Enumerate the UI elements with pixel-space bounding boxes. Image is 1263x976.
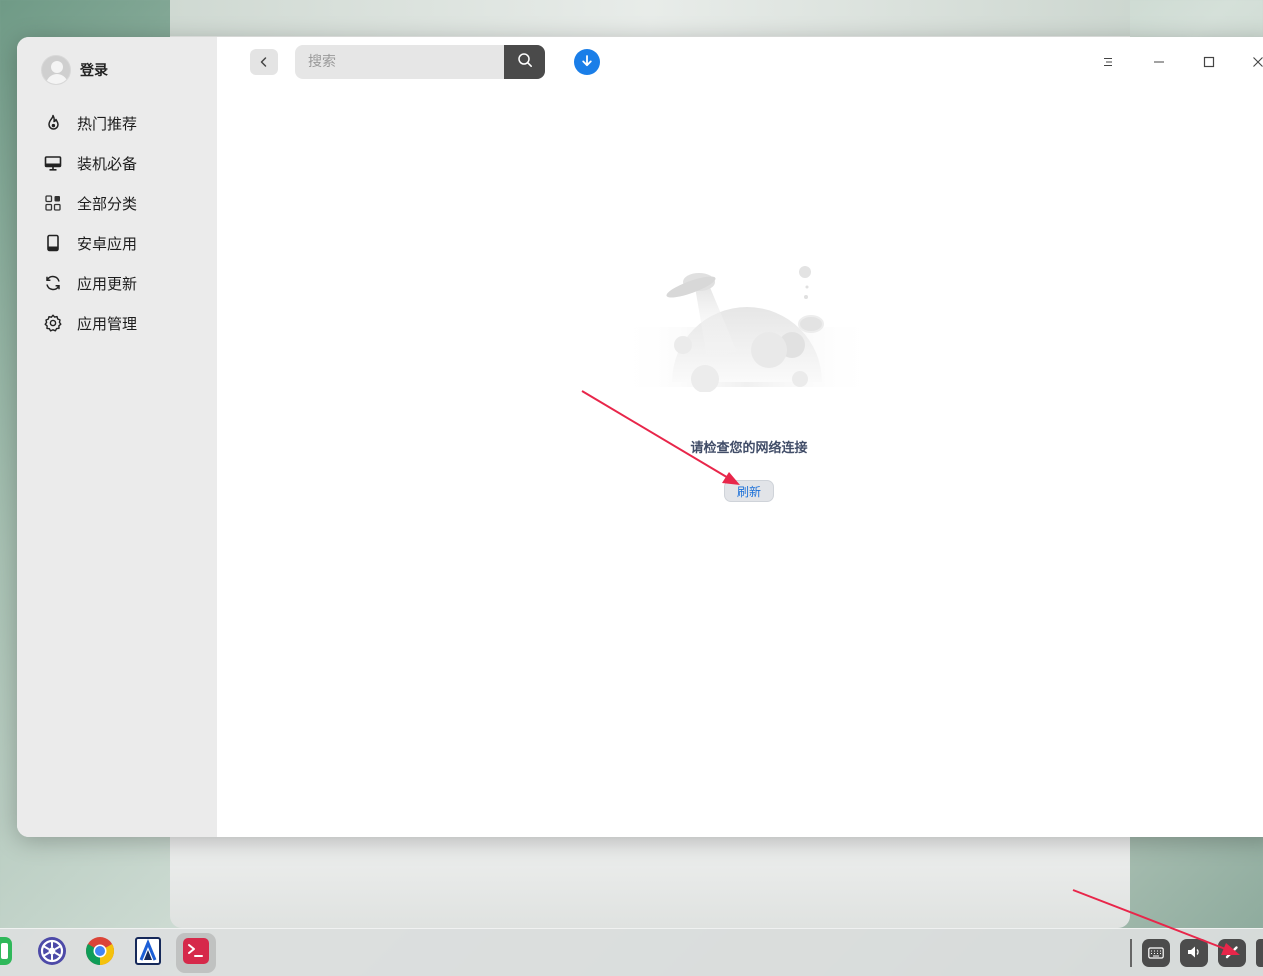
volume-icon [1186, 944, 1202, 963]
tray-separator [1130, 939, 1132, 967]
keyboard-icon [1148, 944, 1164, 963]
chevron-left-icon [258, 53, 270, 72]
editor-app-icon [133, 936, 163, 970]
sidebar-item-label: 装机必备 [77, 154, 138, 173]
gear-icon [44, 314, 62, 332]
sidebar-item-label: 应用更新 [77, 274, 138, 293]
minimize-button[interactable] [1148, 51, 1170, 73]
search-input[interactable] [295, 45, 504, 79]
grid-icon [44, 194, 62, 212]
minimize-icon [1153, 53, 1165, 72]
maximize-icon [1203, 53, 1215, 72]
menu-icon [1102, 53, 1114, 72]
dock-chrome[interactable] [80, 933, 120, 973]
maximize-button[interactable] [1198, 51, 1220, 73]
refresh-icon [44, 274, 62, 292]
phone-app-icon [0, 935, 14, 971]
arrow-down-icon [580, 53, 594, 72]
pen-tray-button[interactable] [1218, 939, 1246, 967]
sidebar: 登录 热门推荐 装机必备 全部分类 安卓应用 应用更新 应用管理 [17, 37, 217, 837]
search-icon [517, 52, 533, 72]
network-error-illustration [617, 266, 877, 392]
sidebar-item-essentials[interactable]: 装机必备 [17, 143, 217, 183]
login-label[interactable]: 登录 [80, 60, 108, 80]
volume-tray-button[interactable] [1180, 939, 1208, 967]
close-icon [1252, 53, 1263, 72]
pen-icon [1225, 944, 1239, 963]
sidebar-item-android[interactable]: 安卓应用 [17, 223, 217, 263]
download-button[interactable] [574, 49, 600, 75]
back-button[interactable] [250, 49, 278, 75]
dock-editor-app[interactable] [128, 933, 168, 973]
main-content: 请检查您的网络连接 刷新 [217, 37, 1263, 837]
search-button[interactable] [504, 45, 545, 79]
terminal-icon [181, 936, 211, 970]
sidebar-item-label: 全部分类 [77, 194, 138, 213]
network-error-message: 请检查您的网络连接 [690, 441, 808, 456]
sidebar-item-label: 热门推荐 [77, 114, 138, 133]
close-button[interactable] [1247, 51, 1263, 73]
sidebar-nav: 热门推荐 装机必备 全部分类 安卓应用 应用更新 应用管理 [17, 103, 217, 343]
search-box [295, 45, 545, 79]
sidebar-item-categories[interactable]: 全部分类 [17, 183, 217, 223]
tablet-icon [44, 234, 62, 252]
tray-overflow-button[interactable] [1256, 939, 1263, 967]
dock-phone-app[interactable] [0, 933, 18, 973]
sidebar-item-label: 安卓应用 [77, 234, 138, 253]
background-window-header [170, 0, 1130, 36]
login-row[interactable]: 登录 [41, 55, 108, 85]
sidebar-item-manage[interactable]: 应用管理 [17, 303, 217, 343]
sidebar-item-hot[interactable]: 热门推荐 [17, 103, 217, 143]
settings-app-icon [36, 935, 68, 971]
menu-button[interactable] [1097, 51, 1119, 73]
flame-icon [44, 114, 62, 132]
sidebar-item-label: 应用管理 [77, 314, 138, 333]
avatar[interactable] [41, 55, 71, 85]
sidebar-item-updates[interactable]: 应用更新 [17, 263, 217, 303]
taskbar [0, 928, 1263, 976]
chrome-icon [84, 935, 116, 971]
monitor-icon [44, 154, 62, 172]
refresh-button[interactable]: 刷新 [724, 480, 774, 502]
dock-settings-app[interactable] [32, 933, 72, 973]
app-store-window: 登录 热门推荐 装机必备 全部分类 安卓应用 应用更新 应用管理 搜索 请检查您… [17, 37, 1263, 837]
dock-terminal[interactable] [176, 933, 216, 973]
keyboard-tray-button[interactable] [1142, 939, 1170, 967]
